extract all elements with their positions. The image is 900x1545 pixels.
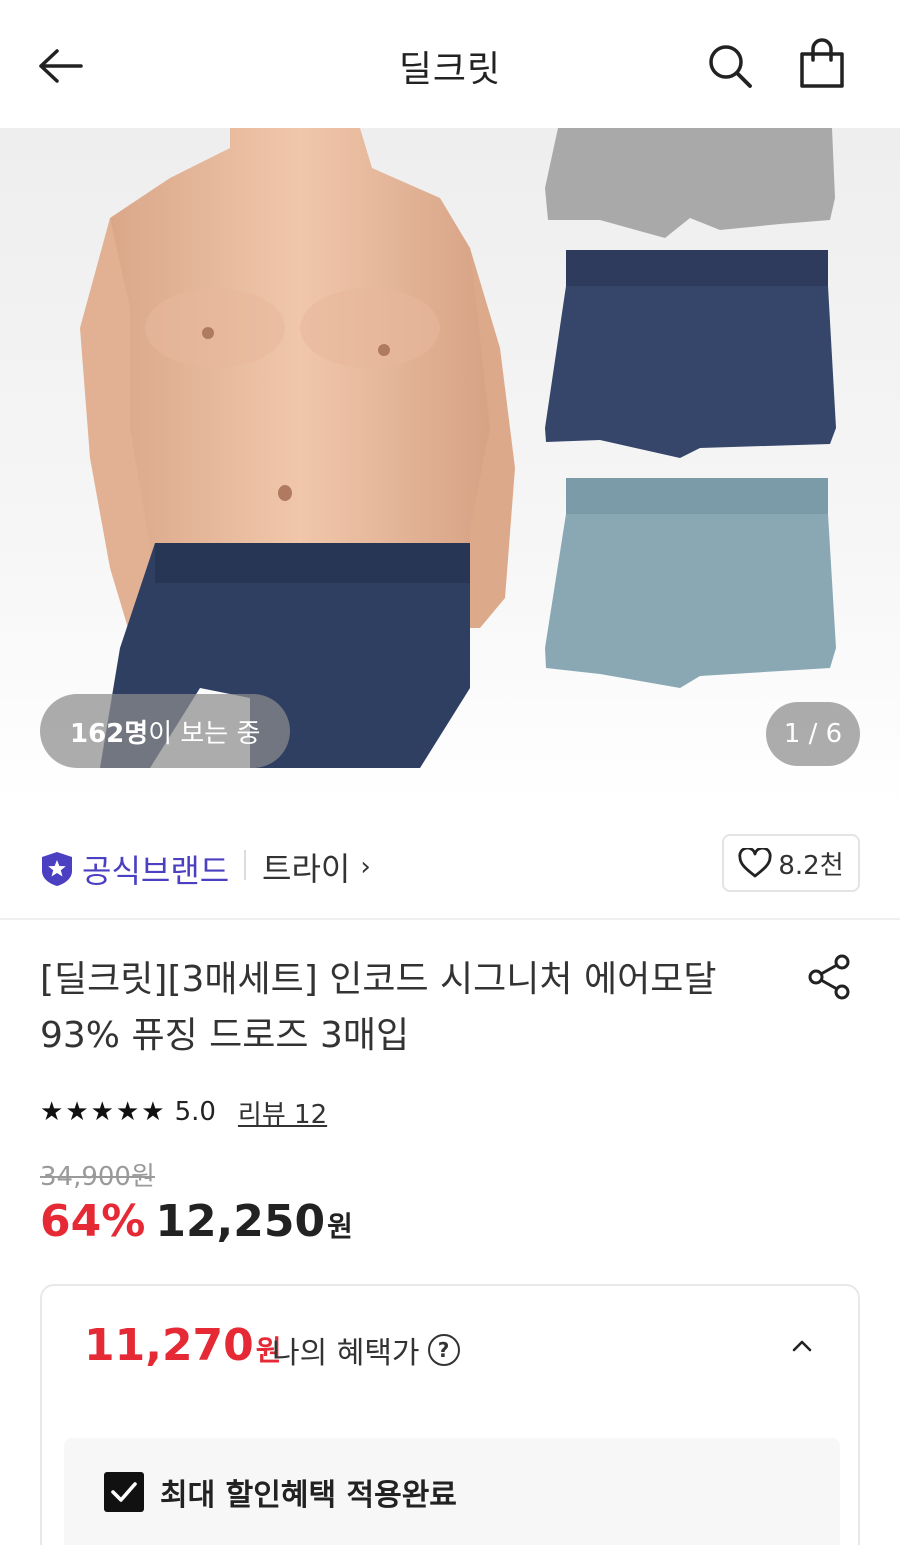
search-icon[interactable] [700,36,760,96]
benefit-details: 최대 할인혜택 적용완료 [64,1438,840,1545]
image-counter: 1 / 6 [766,702,860,766]
help-icon[interactable]: ? [427,1334,460,1366]
shopping-bag-icon[interactable] [792,34,852,94]
benefit-price-value: 11,270 [84,1320,254,1371]
star-rating: ★ ★ ★ ★ ★ [40,1099,165,1125]
official-brand-badge: 공식브랜드 [40,846,229,892]
brand-row: 공식브랜드 트라이 › 8.2천 [0,808,900,920]
like-count: 8.2천 [778,850,844,881]
benefit-price: 11,270 원 [84,1320,282,1371]
top-app-bar: 딜크릿 [0,0,900,128]
max-discount-check-row[interactable]: 최대 할인혜택 적용완료 [104,1470,457,1514]
original-price: 34,900원 [40,1162,155,1192]
price-unit: 원 [327,1210,353,1243]
viewers-count: 162명 [70,718,149,749]
chevron-up-icon[interactable] [782,1326,822,1366]
star-icon: ★ [115,1097,140,1127]
review-link[interactable]: 리뷰 12 [238,1094,327,1131]
check-icon [111,1482,137,1502]
benefit-label: 나의 혜택가 [272,1336,420,1371]
page-title: 딜크릿 [398,49,502,90]
benefit-header[interactable]: 11,270 원 나의 혜택가 ? [42,1286,858,1406]
star-icon: ★ [65,1097,89,1127]
viewers-badge: 162명 이 보는 중 [40,694,291,768]
viewers-suffix: 이 보는 중 [148,718,261,749]
checkbox-checked[interactable] [104,1472,144,1512]
share-icon[interactable] [804,952,854,1002]
heart-icon [738,848,772,878]
star-icon: ★ [141,1097,165,1127]
official-brand-label: 공식브랜드 [82,852,230,890]
star-icon: ★ [40,1097,64,1127]
sale-price: 12,250 [155,1196,326,1247]
brand-link[interactable]: 트라이 › [262,844,371,890]
rating-row: ★ ★ ★ ★ ★ 5.0 리뷰 12 [40,1092,327,1132]
product-image-carousel[interactable]: 162명 이 보는 중 1 / 6 [0,128,900,808]
brand-name: 트라이 [262,850,351,888]
star-icon: ★ [90,1097,114,1127]
product-title: [딜크릿][3매세트] 인코드 시그니처 에어모달93% 퓨징 드로즈 3매입 [40,959,717,1056]
price-row: 64% 12,250 원 [40,1196,353,1247]
rating-score: 5.0 [174,1097,216,1127]
discount-rate: 64% [40,1196,146,1247]
benefit-panel: 11,270 원 나의 혜택가 ? 최대 할인혜택 적용완료 [40,1284,860,1545]
chevron-right-icon: › [360,852,371,882]
shield-star-icon [42,852,72,886]
like-button[interactable]: 8.2천 [722,834,860,892]
brand-divider [244,850,246,880]
benefit-label-group: 나의 혜택가 ? [272,1328,460,1372]
max-discount-label: 최대 할인혜택 적용완료 [160,1478,457,1513]
